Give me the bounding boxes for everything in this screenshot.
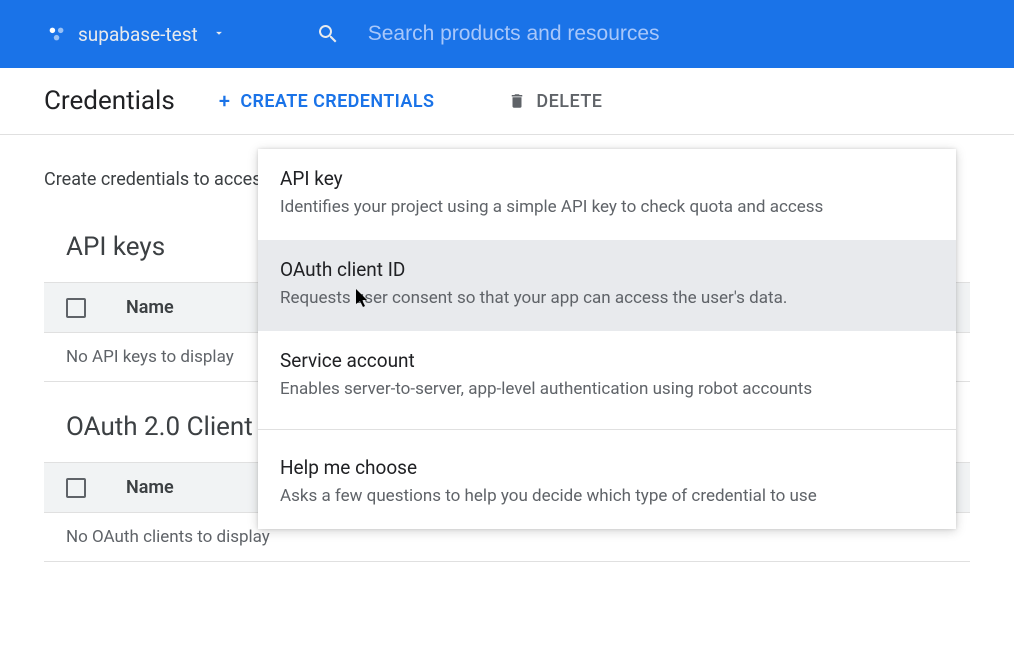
select-all-checkbox[interactable] <box>66 298 86 318</box>
create-credentials-menu: API key Identifies your project using a … <box>258 149 956 529</box>
caret-down-icon <box>212 25 226 44</box>
project-name: supabase-test <box>78 23 198 46</box>
menu-item-desc: Asks a few questions to help you decide … <box>280 485 934 509</box>
menu-item-service-account[interactable]: Service account Enables server-to-server… <box>258 331 956 422</box>
menu-divider <box>258 429 956 430</box>
create-credentials-button[interactable]: + CREATE CREDENTIALS <box>219 89 435 113</box>
menu-item-api-key[interactable]: API key Identifies your project using a … <box>258 149 956 240</box>
menu-item-help-me-choose[interactable]: Help me choose Asks a few questions to h… <box>258 438 956 529</box>
menu-item-title: API key <box>280 167 934 190</box>
search-icon[interactable] <box>316 22 340 46</box>
menu-item-desc: Enables server-to-server, app-level auth… <box>280 378 934 402</box>
menu-item-title: Service account <box>280 349 934 372</box>
project-hex-icon <box>46 23 68 45</box>
page-title: Credentials <box>44 86 175 116</box>
column-name[interactable]: Name <box>126 297 174 318</box>
delete-label: DELETE <box>536 91 602 112</box>
search-input[interactable] <box>368 22 998 46</box>
trash-icon <box>508 92 526 110</box>
select-all-checkbox[interactable] <box>66 478 86 498</box>
menu-item-title: OAuth client ID <box>280 258 934 281</box>
plus-icon: + <box>219 89 231 113</box>
column-name[interactable]: Name <box>126 477 174 498</box>
menu-item-oauth-client-id[interactable]: OAuth client ID Requests user consent so… <box>258 240 956 331</box>
menu-item-title: Help me choose <box>280 456 934 479</box>
menu-item-desc: Requests user consent so that your app c… <box>280 287 934 311</box>
create-credentials-label: CREATE CREDENTIALS <box>240 91 434 112</box>
project-picker[interactable]: supabase-test <box>16 23 246 46</box>
menu-item-desc: Identifies your project using a simple A… <box>280 196 934 220</box>
delete-button[interactable]: DELETE <box>508 91 602 112</box>
